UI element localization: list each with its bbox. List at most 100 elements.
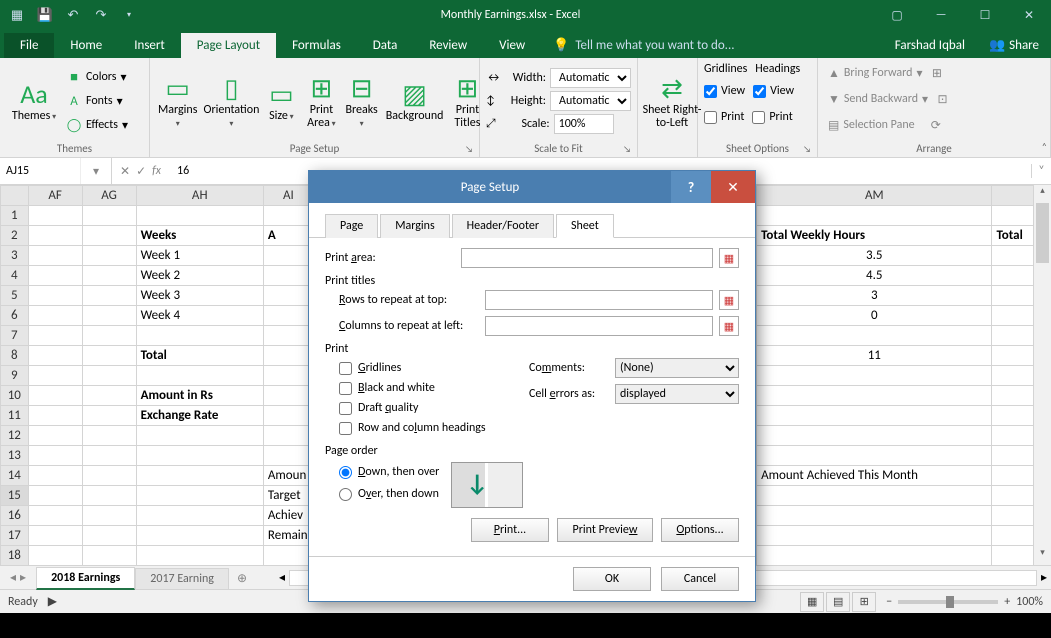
scale-launcher[interactable]: ↘ <box>623 144 631 155</box>
tell-me[interactable]: 💡Tell me what you want to do... <box>541 33 746 58</box>
print-area-input[interactable] <box>461 248 713 268</box>
black-white-check[interactable]: Black and white <box>339 378 513 398</box>
orientation-button[interactable]: ▯Orientation <box>203 70 259 132</box>
send-backward-icon: ▼ <box>828 92 840 107</box>
size-button[interactable]: ▭Size <box>263 76 299 125</box>
collapse-ribbon-icon[interactable]: ˄ <box>1042 140 1047 153</box>
print-area-button[interactable]: ⊞Print Area <box>303 70 339 132</box>
margins-button[interactable]: ▭Margins <box>156 70 199 132</box>
down-then-over-radio[interactable]: Down, then over <box>339 462 439 482</box>
breaks-button[interactable]: ⊟Breaks <box>343 70 379 132</box>
group-page-setup-label: Page Setup <box>290 142 339 155</box>
over-then-down-radio[interactable]: Over, then down <box>339 484 439 504</box>
rows-repeat-picker[interactable]: ▦ <box>719 290 739 310</box>
print-section-label: Print <box>325 342 739 356</box>
formula-expand-icon[interactable]: ˅ <box>1031 164 1051 178</box>
colors-button[interactable]: ■Colors ▾ <box>66 66 128 88</box>
draft-check[interactable]: Draft quality <box>339 398 513 418</box>
ribbon-options-icon[interactable]: ▢ <box>875 0 919 30</box>
group-sheet-options-label: Sheet Options <box>726 142 789 155</box>
tab-insert[interactable]: Insert <box>118 33 181 58</box>
cancel-button[interactable]: Cancel <box>661 567 739 591</box>
height-select[interactable]: Automatic <box>550 91 631 111</box>
fonts-button[interactable]: AFonts ▾ <box>66 90 128 112</box>
enter-formula-icon[interactable]: ✓ <box>136 164 146 179</box>
undo-icon[interactable]: ↶ <box>60 3 86 27</box>
name-box-input[interactable] <box>0 164 80 178</box>
cols-repeat-picker[interactable]: ▦ <box>719 316 739 336</box>
ok-button[interactable]: OK <box>573 567 651 591</box>
zoom-level[interactable]: 100% <box>1016 595 1043 609</box>
print-titles-icon: ⊞ <box>451 72 483 104</box>
gridlines-view-check[interactable]: View <box>704 80 745 102</box>
vertical-scrollbar[interactable]: ▴▾ <box>1033 185 1051 565</box>
name-box-dropdown[interactable]: ▾ <box>80 158 111 184</box>
dialog-help-icon[interactable]: ? <box>671 171 711 203</box>
cols-repeat-input[interactable] <box>485 316 713 336</box>
dialog-title: Page Setup <box>309 180 671 195</box>
cell-errors-select[interactable]: displayed <box>615 384 739 404</box>
qat-customize-icon[interactable]: ▾ <box>116 3 142 27</box>
gridlines-check[interactable]: Gridlines <box>339 358 513 378</box>
share-button[interactable]: 👥Share <box>977 33 1051 58</box>
row-col-headings-check[interactable]: Row and column headings <box>339 418 513 438</box>
dialog-tab-sheet[interactable]: Sheet <box>556 214 614 238</box>
rows-repeat-input[interactable] <box>485 290 713 310</box>
effects-button[interactable]: ◯Effects ▾ <box>66 114 128 136</box>
comments-label: Comments: <box>529 361 609 375</box>
background-icon: ▨ <box>399 78 431 110</box>
effects-icon: ◯ <box>66 117 82 133</box>
name-box[interactable]: ▾ <box>0 158 112 184</box>
save-icon[interactable]: 💾 <box>32 3 58 27</box>
sheet-nav-prev[interactable]: ◂ <box>10 570 16 585</box>
maximize-icon[interactable]: ☐ <box>963 0 1007 30</box>
dialog-tab-margins[interactable]: Margins <box>380 214 449 238</box>
normal-view-icon[interactable]: ▦ <box>800 592 824 612</box>
dialog-tab-page[interactable]: Page <box>325 214 378 238</box>
headings-print-check[interactable]: Print <box>752 106 792 128</box>
width-select[interactable]: Automatic <box>550 68 631 88</box>
redo-icon[interactable]: ↷ <box>88 3 114 27</box>
sheet-tab-active[interactable]: 2018 Earnings <box>36 567 135 590</box>
scale-input[interactable] <box>554 114 614 134</box>
sheet-tab-inactive[interactable]: 2017 Earning <box>135 568 229 589</box>
add-sheet-button[interactable]: ⊕ <box>229 568 255 589</box>
rtl-button[interactable]: ⇄Sheet Right- to-Left <box>644 70 700 132</box>
print-button[interactable]: Print... <box>471 518 549 542</box>
print-area-picker[interactable]: ▦ <box>719 248 739 268</box>
themes-icon: Aa <box>18 78 50 110</box>
width-icon: ↔ <box>486 71 501 85</box>
tab-review[interactable]: Review <box>413 33 483 58</box>
sheet-nav-next[interactable]: ▸ <box>20 570 26 585</box>
print-preview-button[interactable]: Print Preview <box>557 518 653 542</box>
fx-icon[interactable]: fx <box>152 164 161 179</box>
tab-home[interactable]: Home <box>54 33 118 58</box>
close-window-icon[interactable]: ✕ <box>1007 0 1051 30</box>
dialog-close-icon[interactable]: ✕ <box>711 171 755 203</box>
themes-button[interactable]: AaThemes <box>6 76 62 125</box>
macro-record-icon[interactable]: ▶ <box>48 594 57 609</box>
dialog-tab-header-footer[interactable]: Header/Footer <box>452 214 554 238</box>
page-break-view-icon[interactable]: ⊞ <box>852 592 876 612</box>
user-name[interactable]: Farshad Iqbal <box>883 33 977 58</box>
tab-view[interactable]: View <box>483 33 541 58</box>
background-button[interactable]: ▨Background <box>384 76 446 125</box>
tab-formulas[interactable]: Formulas <box>276 33 357 58</box>
zoom-out-icon[interactable]: − <box>886 595 892 609</box>
cancel-formula-icon[interactable]: ✕ <box>120 164 130 179</box>
zoom-in-icon[interactable]: + <box>1004 595 1010 609</box>
print-area-label: Print area: <box>325 251 455 265</box>
gridlines-print-check[interactable]: Print <box>704 106 744 128</box>
page-setup-launcher[interactable]: ↘ <box>465 144 473 155</box>
headings-view-check[interactable]: View <box>753 80 794 102</box>
zoom-slider[interactable] <box>898 600 998 604</box>
tab-file[interactable]: File <box>4 33 54 58</box>
tab-page-layout[interactable]: Page Layout <box>181 33 276 58</box>
comments-select[interactable]: (None) <box>615 358 739 378</box>
page-layout-view-icon[interactable]: ▤ <box>826 592 850 612</box>
cols-repeat-label: Columns to repeat at left: <box>339 319 479 333</box>
sheet-options-launcher[interactable]: ↘ <box>803 144 811 155</box>
options-button[interactable]: Options... <box>661 518 739 542</box>
minimize-icon[interactable]: — <box>919 0 963 30</box>
tab-data[interactable]: Data <box>357 33 414 58</box>
